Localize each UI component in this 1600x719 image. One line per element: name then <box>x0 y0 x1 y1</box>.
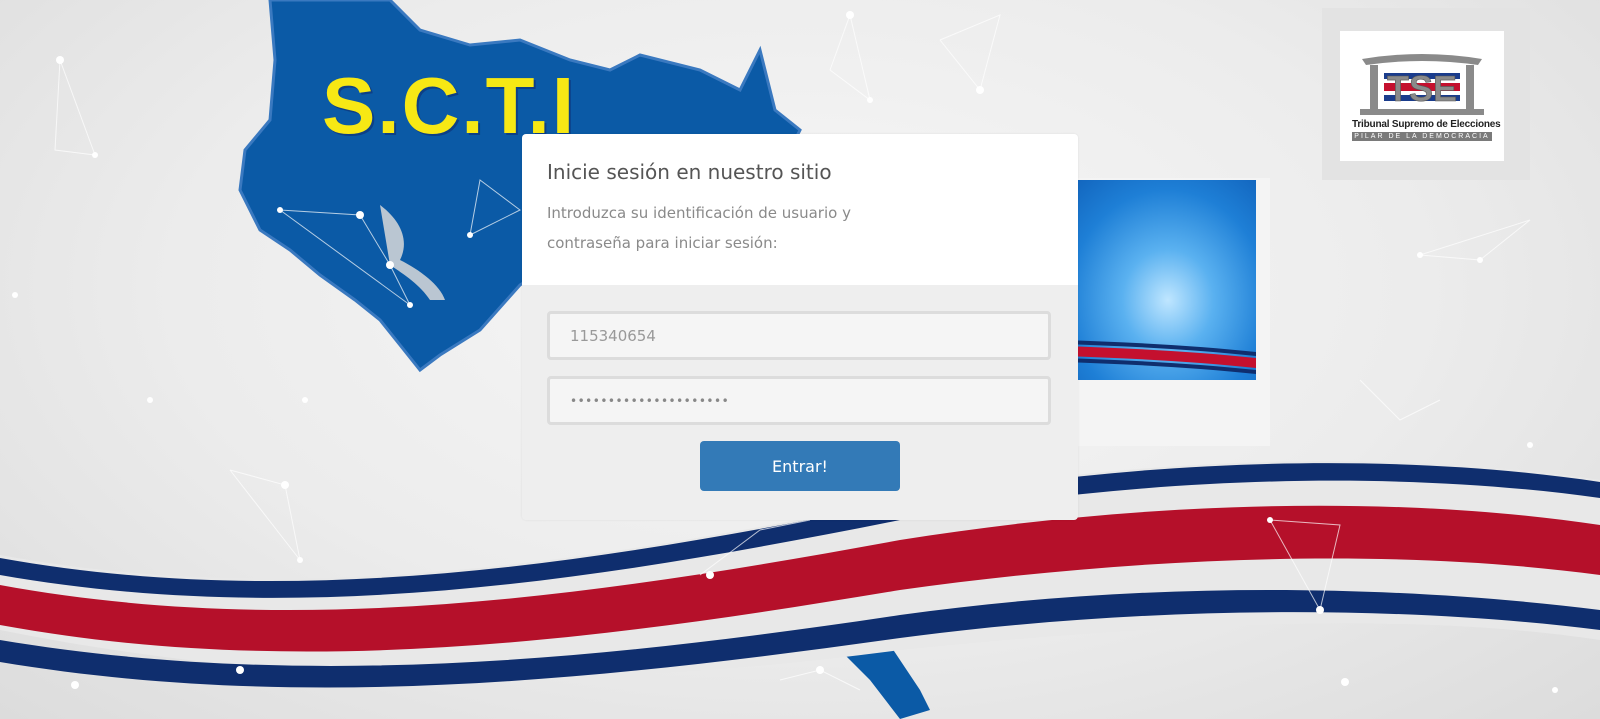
tse-logo-tagline: PILAR DE LA DEMOCRACIA <box>1352 132 1492 141</box>
password-input[interactable] <box>547 376 1051 425</box>
tse-logo-card: TSE Tribunal Supremo de Elecciones PILAR… <box>1340 31 1504 161</box>
username-input[interactable] <box>547 311 1051 360</box>
login-page: S.C.T.I TSE Tribunal Supremo de Eleccion… <box>0 0 1600 719</box>
login-description: Introduzca su identificación de usuario … <box>547 204 851 252</box>
tse-logo: TSE Tribunal Supremo de Elecciones PILAR… <box>1322 8 1530 180</box>
login-form: Entrar! <box>522 285 1078 520</box>
svg-text:TSE: TSE <box>1387 68 1457 109</box>
login-panel: Inicie sesión en nuestro sitio Introduzc… <box>522 134 1078 520</box>
monitor-illustration <box>1060 178 1270 446</box>
tse-emblem-icon: TSE <box>1360 54 1484 115</box>
login-button[interactable]: Entrar! <box>700 441 900 491</box>
login-header: Inicie sesión en nuestro sitio Introduzc… <box>522 134 1078 285</box>
monitor-flag-stripes <box>1060 340 1256 374</box>
login-title: Inicie sesión en nuestro sitio <box>547 160 832 184</box>
tse-logo-name: Tribunal Supremo de Elecciones <box>1352 119 1501 130</box>
